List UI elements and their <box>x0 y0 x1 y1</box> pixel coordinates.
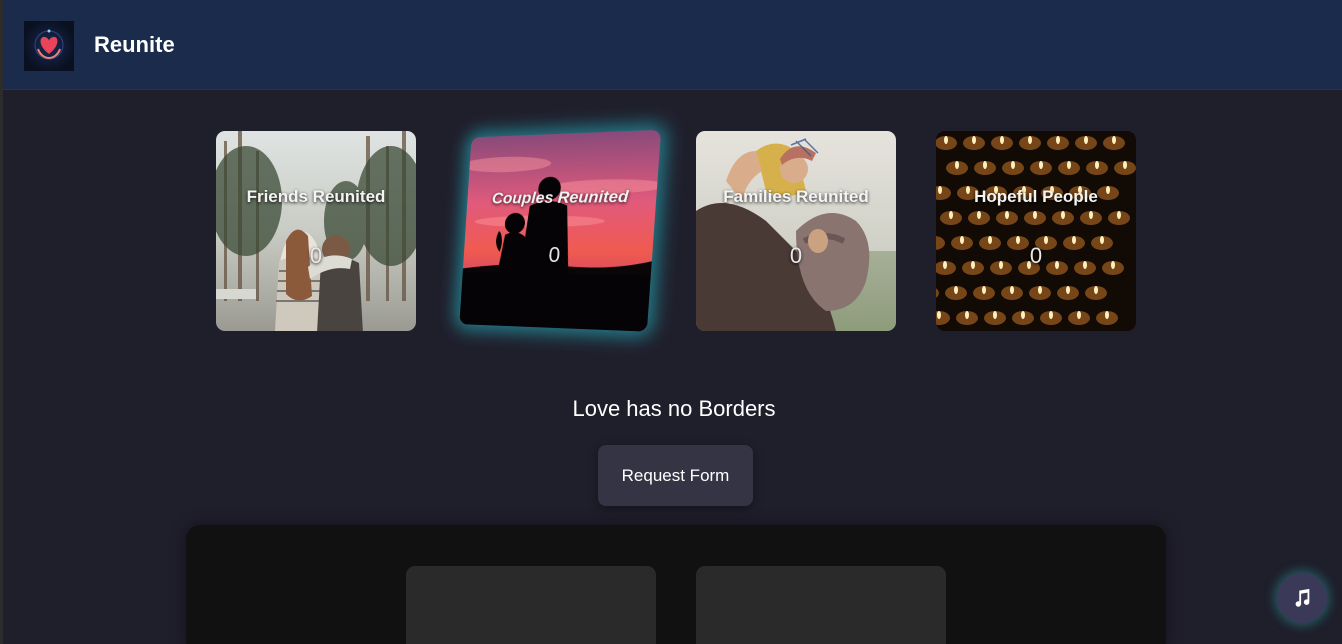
panel-card[interactable] <box>406 566 656 644</box>
candle-flame <box>983 161 987 169</box>
candle-flame <box>944 136 948 144</box>
app-header: Reunite <box>3 0 1342 90</box>
candles-photo <box>936 131 1136 331</box>
candle-flame <box>1056 136 1060 144</box>
candle-flame <box>993 311 997 319</box>
panel-card[interactable] <box>696 566 946 644</box>
candle-flame <box>1123 161 1127 169</box>
card-friends-reunited[interactable]: Friends Reunited 0 <box>216 131 416 331</box>
candle-flame <box>949 211 953 219</box>
candle-flame <box>937 311 941 319</box>
app-title: Reunite <box>94 32 175 57</box>
candle-flame <box>1077 311 1081 319</box>
card-title: Couples Reunited <box>491 187 630 208</box>
heart-hands-logo-icon[interactable] <box>24 21 74 71</box>
card-families-reunited[interactable]: Families Reunited 0 <box>696 131 896 331</box>
candle-flame <box>1021 311 1025 319</box>
candle-flame <box>1067 161 1071 169</box>
candle-flame <box>1105 311 1109 319</box>
card-count: 0 <box>1029 243 1043 268</box>
candle-flame <box>965 311 969 319</box>
candle-flame <box>1039 161 1043 169</box>
candle-flame <box>1117 211 1121 219</box>
candle-flame <box>954 286 958 294</box>
tagline: Love has no Borders <box>572 396 776 421</box>
candle-flame <box>1084 136 1088 144</box>
card-title: Friends Reunited <box>246 187 386 206</box>
candle-flame <box>1066 286 1070 294</box>
candle-flame <box>1112 136 1116 144</box>
candle-flame <box>1028 136 1032 144</box>
candle-flame <box>1094 286 1098 294</box>
candle-flame <box>1089 211 1093 219</box>
music-note-icon[interactable] <box>1277 573 1327 623</box>
category-cards: Friends Reunited 0 Couples Reunited 0 Fa… <box>3 129 1342 332</box>
candle-flame <box>1011 161 1015 169</box>
candle-flame <box>1000 136 1004 144</box>
card-title: Hopeful People <box>974 187 1098 206</box>
request-form-button[interactable]: Request Form <box>598 445 753 506</box>
candle-flame <box>1049 311 1053 319</box>
family-photo <box>696 131 896 331</box>
candle-flame <box>1038 286 1042 294</box>
candle-flame <box>1005 211 1009 219</box>
card-count: 0 <box>309 243 323 268</box>
candle-flame <box>1061 211 1065 219</box>
candle-flame <box>1033 211 1037 219</box>
candle-flame <box>982 286 986 294</box>
card-title: Families Reunited <box>723 187 869 206</box>
couple-photo <box>459 129 662 332</box>
candle-flame <box>972 136 976 144</box>
card-count: 0 <box>547 242 561 267</box>
card-count: 0 <box>789 243 803 268</box>
candle-flame <box>1010 286 1014 294</box>
content-panel <box>186 525 1166 644</box>
card-couples-reunited[interactable]: Couples Reunited 0 <box>459 129 662 332</box>
candle-flame <box>1095 161 1099 169</box>
candle-flame <box>977 211 981 219</box>
card-hopeful-people[interactable]: Hopeful People 0 <box>936 131 1136 331</box>
candle-flame <box>955 161 959 169</box>
friends-photo <box>216 131 416 331</box>
